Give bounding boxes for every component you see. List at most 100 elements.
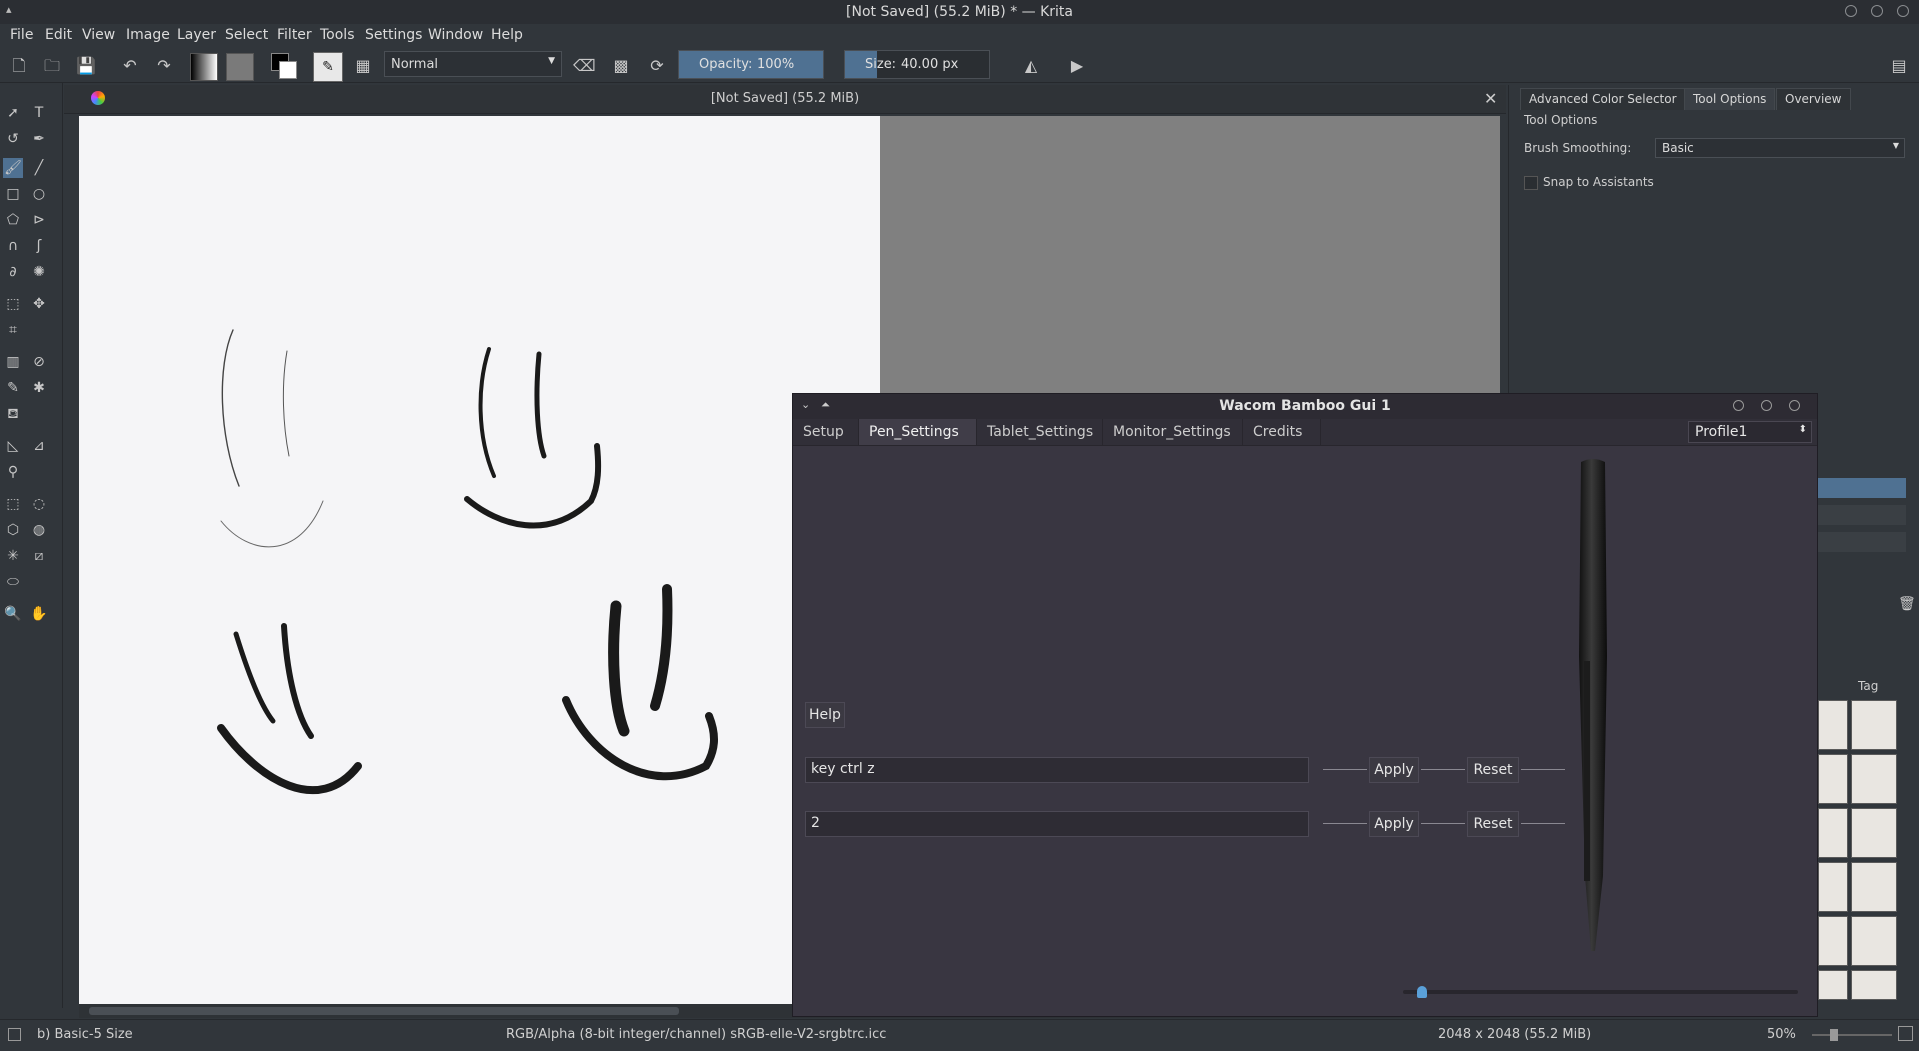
menu-window[interactable]: Window bbox=[428, 27, 483, 43]
measure-tool-icon[interactable]: ⊿ bbox=[29, 436, 49, 456]
menu-help[interactable]: Help bbox=[491, 27, 523, 43]
bezier-tool-icon[interactable]: ∩ bbox=[3, 236, 23, 256]
pressure-slider-track[interactable] bbox=[1403, 990, 1798, 994]
brush-preset[interactable] bbox=[1851, 754, 1897, 804]
smart-patch-icon[interactable]: ✱ bbox=[29, 378, 49, 398]
menu-select[interactable]: Select bbox=[225, 27, 268, 43]
freehand-path-icon[interactable]: ʃ bbox=[29, 236, 49, 256]
mirror-horizontal-icon[interactable]: ◭ bbox=[1020, 55, 1042, 77]
brush-preset[interactable] bbox=[1818, 808, 1848, 858]
brush-preset[interactable] bbox=[1818, 754, 1848, 804]
minimize-button[interactable] bbox=[1845, 5, 1857, 17]
select-shapes-icon[interactable]: ➚ bbox=[3, 103, 23, 123]
reset-button-1[interactable]: Reset bbox=[1467, 757, 1519, 783]
brush-preset[interactable] bbox=[1818, 862, 1848, 912]
mirror-vertical-icon[interactable]: ▶ bbox=[1066, 55, 1088, 77]
zoom-slider[interactable] bbox=[1812, 1034, 1892, 1036]
layer-row[interactable] bbox=[1818, 505, 1906, 525]
calligraphy-icon[interactable]: ✒ bbox=[29, 129, 49, 149]
polygon-tool-icon[interactable]: ⬠ bbox=[3, 210, 23, 230]
size-slider[interactable]: Size: 40.00 px bbox=[844, 50, 990, 79]
opacity-slider[interactable]: Opacity: 100% bbox=[678, 50, 824, 79]
button1-action-input[interactable]: key ctrl z bbox=[805, 757, 1309, 783]
tab-tablet-settings[interactable]: Tablet_Settings bbox=[977, 419, 1103, 445]
delete-layer-icon[interactable]: 🗑 bbox=[1898, 596, 1916, 612]
menu-settings[interactable]: Settings bbox=[365, 27, 422, 43]
pattern-selector[interactable] bbox=[226, 53, 254, 81]
line-tool-icon[interactable]: ╱ bbox=[29, 158, 49, 178]
brush-smoothing-select[interactable]: Basic ▼ bbox=[1655, 138, 1905, 158]
fullscreen-icon[interactable] bbox=[1898, 1026, 1913, 1041]
polygon-select-icon[interactable]: ⬡ bbox=[3, 520, 23, 540]
undo-icon[interactable]: ↶ bbox=[119, 55, 141, 77]
similar-select-icon[interactable]: ⧄ bbox=[29, 546, 49, 566]
docker-toggle-icon[interactable]: ▤ bbox=[1888, 55, 1910, 77]
document-tab[interactable]: [Not Saved] (55.2 MiB) ✕ bbox=[64, 85, 1506, 114]
reset-button-2[interactable]: Reset bbox=[1467, 811, 1519, 837]
maximize-button[interactable] bbox=[1871, 5, 1883, 17]
freehand-brush-icon[interactable]: 🖌 bbox=[3, 158, 23, 178]
help-button[interactable]: Help bbox=[805, 702, 845, 728]
colorize-mask-icon[interactable]: ✎ bbox=[3, 378, 23, 398]
menu-file[interactable]: File bbox=[10, 27, 33, 43]
pressure-slider-handle[interactable] bbox=[1417, 986, 1427, 998]
rectangle-tool-icon[interactable]: □ bbox=[3, 184, 23, 204]
bezier-select-icon[interactable]: ⬭ bbox=[3, 572, 23, 592]
pan-tool-icon[interactable]: ✋ bbox=[29, 604, 49, 624]
redo-icon[interactable]: ↷ bbox=[153, 55, 175, 77]
menu-filter[interactable]: Filter bbox=[277, 27, 312, 43]
assistant-tool-icon[interactable]: ◺ bbox=[3, 436, 23, 456]
scrollbar-thumb[interactable] bbox=[89, 1007, 679, 1015]
tab-overview[interactable]: Overview bbox=[1776, 88, 1851, 110]
polyline-tool-icon[interactable]: ⊳ bbox=[29, 210, 49, 230]
reload-preset-icon[interactable]: ⟳ bbox=[646, 55, 668, 77]
gradient-selector[interactable] bbox=[190, 53, 218, 81]
fill-tool-icon[interactable]: ⛾ bbox=[3, 404, 23, 424]
zoom-slider-handle[interactable] bbox=[1830, 1029, 1838, 1041]
tab-setup[interactable]: Setup bbox=[793, 419, 859, 445]
profile-select[interactable]: Profile1 ⬍ bbox=[1688, 421, 1812, 443]
tab-credits[interactable]: Credits bbox=[1243, 419, 1321, 445]
tab-monitor-settings[interactable]: Monitor_Settings bbox=[1103, 419, 1243, 445]
brush-preset[interactable] bbox=[1851, 916, 1897, 966]
brush-preset[interactable] bbox=[1818, 916, 1848, 966]
blend-mode-select[interactable]: Normal ▼ bbox=[384, 51, 562, 77]
dialog-minimize-button[interactable] bbox=[1733, 400, 1744, 411]
gradient-tool-icon[interactable]: ▥ bbox=[3, 352, 23, 372]
multibrush-icon[interactable]: ✺ bbox=[29, 262, 49, 282]
contiguous-select-icon[interactable]: ✳ bbox=[3, 546, 23, 566]
text-tool-icon[interactable]: T bbox=[29, 103, 49, 123]
brush-preset[interactable] bbox=[1818, 700, 1848, 750]
brush-preset[interactable] bbox=[1851, 970, 1897, 1000]
layer-row[interactable] bbox=[1818, 532, 1906, 552]
preserve-alpha-icon[interactable]: ▩ bbox=[610, 55, 632, 77]
move-tool-icon[interactable]: ✥ bbox=[29, 294, 49, 314]
canvas[interactable] bbox=[79, 116, 880, 1004]
apply-button-2[interactable]: Apply bbox=[1369, 811, 1419, 837]
menu-image[interactable]: Image bbox=[126, 27, 170, 43]
new-document-icon[interactable]: 🗋 bbox=[8, 55, 30, 77]
close-document-icon[interactable]: ✕ bbox=[1484, 89, 1497, 108]
rect-select-icon[interactable]: ⬚ bbox=[3, 494, 23, 514]
save-icon[interactable]: 💾 bbox=[75, 55, 97, 77]
menu-view[interactable]: View bbox=[82, 27, 115, 43]
reference-images-icon[interactable]: ⚲ bbox=[3, 462, 23, 482]
background-color-swatch[interactable] bbox=[279, 61, 297, 79]
snap-assistants-checkbox[interactable] bbox=[1524, 176, 1538, 190]
ellipse-select-icon[interactable]: ◌ bbox=[29, 494, 49, 514]
eraser-icon[interactable]: ⌫ bbox=[573, 55, 596, 77]
menu-layer[interactable]: Layer bbox=[177, 27, 216, 43]
layer-row-selected[interactable] bbox=[1818, 478, 1906, 498]
tab-tool-options[interactable]: Tool Options bbox=[1684, 88, 1776, 110]
ellipse-tool-icon[interactable]: ○ bbox=[29, 184, 49, 204]
apply-button-1[interactable]: Apply bbox=[1369, 757, 1419, 783]
menu-edit[interactable]: Edit bbox=[45, 27, 72, 43]
brush-preset[interactable] bbox=[1818, 970, 1848, 1000]
tab-pen-settings[interactable]: Pen_Settings bbox=[859, 419, 977, 445]
dialog-close-button[interactable] bbox=[1789, 400, 1800, 411]
open-document-icon[interactable]: 🗀 bbox=[41, 55, 63, 77]
brush-preset[interactable] bbox=[1851, 862, 1897, 912]
freehand-select-icon[interactable]: ◍ bbox=[29, 520, 49, 540]
tab-advanced-color-selector[interactable]: Advanced Color Selector bbox=[1520, 88, 1686, 110]
brush-preset[interactable] bbox=[1851, 700, 1897, 750]
